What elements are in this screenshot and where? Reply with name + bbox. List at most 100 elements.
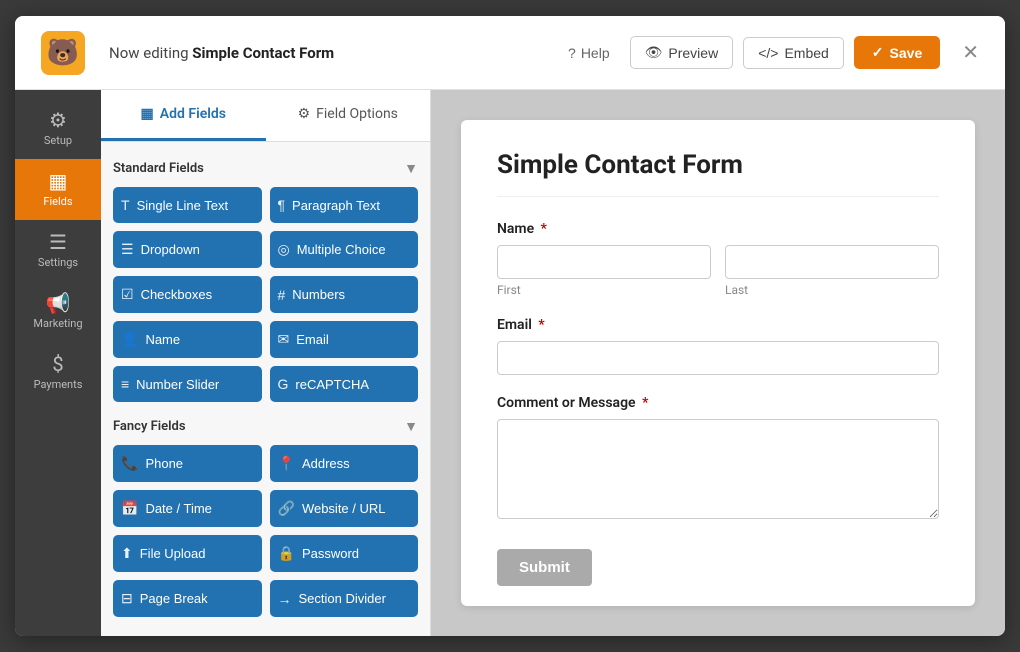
sidebar-icons: ⚙ Setup ▦ Fields ☰ Settings 📢 Marketing …	[15, 90, 101, 636]
datetime-label: Date / Time	[145, 501, 211, 516]
name-row: First Last	[497, 245, 939, 297]
save-label: Save	[890, 45, 923, 61]
form-preview: Simple Contact Form Name * First	[431, 90, 1005, 636]
editing-prefix: Now editing	[109, 44, 192, 62]
section-divider-label: Section Divider	[299, 591, 386, 606]
multiple-choice-icon: ◎	[278, 241, 290, 258]
submit-button[interactable]: Submit	[497, 549, 592, 586]
section-divider-icon: →	[278, 591, 292, 607]
field-phone[interactable]: 📞 Phone	[113, 445, 262, 482]
numbers-icon: #	[278, 287, 286, 303]
single-line-icon: T	[121, 197, 130, 213]
website-icon: 🔗	[278, 500, 295, 517]
add-fields-icon: ▦	[141, 106, 154, 122]
field-numbers[interactable]: # Numbers	[270, 276, 419, 313]
password-icon: 🔒	[278, 545, 295, 562]
sidebar-item-setup[interactable]: ⚙ Setup	[15, 98, 101, 159]
field-number-slider[interactable]: ≡ Number Slider	[113, 366, 262, 402]
address-icon: 📍	[278, 455, 295, 472]
form-field-name: Name * First Last	[497, 221, 939, 297]
dropdown-label: Dropdown	[141, 242, 200, 257]
form-preview-title: Simple Contact Form	[497, 150, 939, 197]
preview-label: Preview	[668, 45, 718, 61]
field-password[interactable]: 🔒 Password	[270, 535, 419, 572]
field-section-divider[interactable]: → Section Divider	[270, 580, 419, 617]
checkboxes-label: Checkboxes	[141, 287, 213, 302]
email-icon: ✉	[278, 331, 290, 348]
field-datetime[interactable]: 📅 Date / Time	[113, 490, 262, 527]
embed-button[interactable]: </> Embed	[743, 37, 844, 69]
name-field-label-text: Name *	[497, 221, 939, 237]
options-icon: ⚙	[298, 106, 311, 122]
tab-add-fields[interactable]: ▦ Add Fields	[101, 90, 266, 141]
email-input[interactable]	[497, 341, 939, 375]
fancy-toggle[interactable]: ▼	[404, 418, 418, 435]
marketing-icon: 📢	[46, 293, 71, 313]
fancy-section-header: Fancy Fields ▼	[113, 418, 418, 435]
name-field-icon: 👤	[121, 331, 138, 348]
number-slider-label: Number Slider	[136, 377, 219, 392]
multiple-choice-label: Multiple Choice	[297, 242, 386, 257]
file-upload-label: File Upload	[140, 546, 206, 561]
field-website[interactable]: 🔗 Website / URL	[270, 490, 419, 527]
page-break-icon: ⊟	[121, 590, 133, 607]
logo-bear: 🐻	[41, 31, 85, 75]
sidebar-item-marketing[interactable]: 📢 Marketing	[15, 281, 101, 342]
standard-toggle[interactable]: ▼	[404, 160, 418, 177]
preview-button[interactable]: 👁 Preview	[630, 36, 734, 69]
tab-field-options[interactable]: ⚙ Field Options	[266, 90, 431, 141]
comment-textarea[interactable]	[497, 419, 939, 519]
last-name-sublabel: Last	[725, 283, 939, 297]
field-checkboxes[interactable]: ☑ Checkboxes	[113, 276, 262, 313]
help-label: Help	[581, 45, 610, 61]
field-dropdown[interactable]: ☰ Dropdown	[113, 231, 262, 268]
sidebar-item-settings-label: Settings	[38, 256, 78, 269]
check-icon: ✓	[872, 44, 884, 61]
name-field-label: Name	[145, 332, 180, 347]
editing-text: Now editing Simple Contact Form	[109, 44, 558, 62]
save-button[interactable]: ✓ Save	[854, 36, 940, 69]
datetime-icon: 📅	[121, 500, 138, 517]
close-button[interactable]: ✕	[954, 36, 987, 69]
field-page-break[interactable]: ⊟ Page Break	[113, 580, 262, 617]
last-name-input[interactable]	[725, 245, 939, 279]
field-single-line-text[interactable]: T Single Line Text	[113, 187, 262, 223]
first-name-sublabel: First	[497, 283, 711, 297]
form-field-comment: Comment or Message *	[497, 395, 939, 523]
sidebar-item-payments[interactable]: $ Payments	[15, 342, 101, 403]
form-name-title: Simple Contact Form	[192, 44, 334, 62]
fields-tabs: ▦ Add Fields ⚙ Field Options	[101, 90, 430, 142]
field-name[interactable]: 👤 Name	[113, 321, 262, 358]
upload-icon: ⬆	[121, 545, 133, 562]
standard-fields-grid: T Single Line Text ¶ Paragraph Text ☰ Dr…	[113, 187, 418, 402]
field-address[interactable]: 📍 Address	[270, 445, 419, 482]
email-field-label-text: Email *	[497, 317, 939, 333]
slider-icon: ≡	[121, 376, 129, 392]
field-paragraph-text[interactable]: ¶ Paragraph Text	[270, 187, 419, 223]
sidebar-item-fields[interactable]: ▦ Fields	[15, 159, 101, 220]
phone-label: Phone	[145, 456, 183, 471]
numbers-label: Numbers	[292, 287, 345, 302]
field-recaptcha[interactable]: G reCAPTCHA	[270, 366, 419, 402]
paragraph-label: Paragraph Text	[292, 198, 380, 213]
field-file-upload[interactable]: ⬆ File Upload	[113, 535, 262, 572]
main-area: ⚙ Setup ▦ Fields ☰ Settings 📢 Marketing …	[15, 90, 1005, 636]
field-multiple-choice[interactable]: ◎ Multiple Choice	[270, 231, 419, 268]
fields-icon: ▦	[49, 171, 68, 191]
first-name-col: First	[497, 245, 711, 297]
embed-label: Embed	[784, 45, 828, 61]
first-name-input[interactable]	[497, 245, 711, 279]
sidebar-item-settings[interactable]: ☰ Settings	[15, 220, 101, 281]
sidebar-item-marketing-label: Marketing	[33, 317, 82, 330]
website-label: Website / URL	[302, 501, 386, 516]
password-label: Password	[302, 546, 359, 561]
address-label: Address	[302, 456, 350, 471]
tab-add-label: Add Fields	[160, 106, 226, 122]
field-email[interactable]: ✉ Email	[270, 321, 419, 358]
sidebar-item-setup-label: Setup	[44, 134, 72, 147]
page-break-label: Page Break	[140, 591, 208, 606]
standard-section-title: Standard Fields	[113, 161, 204, 176]
help-button[interactable]: ? Help	[558, 39, 620, 67]
logo-area: 🐻	[33, 31, 93, 75]
last-name-col: Last	[725, 245, 939, 297]
